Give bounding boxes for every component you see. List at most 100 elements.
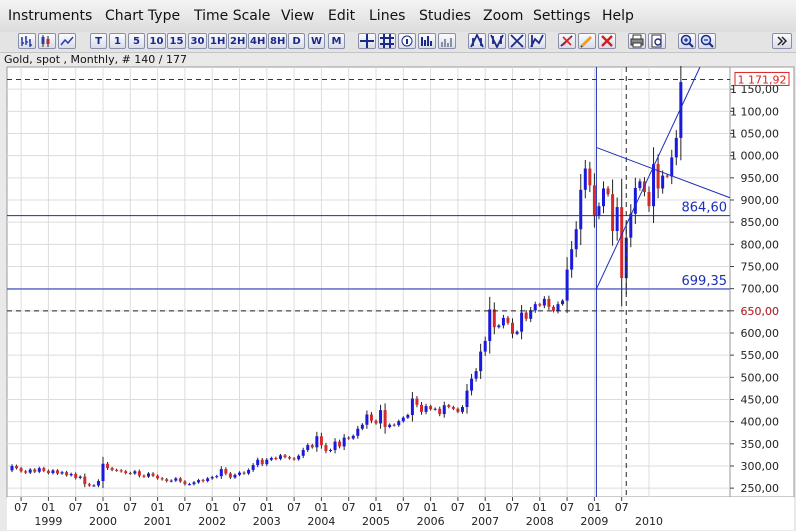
candle-body xyxy=(92,485,96,487)
candle-body xyxy=(160,478,164,480)
timeframe-button-t[interactable]: T xyxy=(90,33,107,49)
trend-up-button[interactable] xyxy=(468,33,486,49)
crosshair-icon xyxy=(360,34,374,48)
candle-body xyxy=(511,322,514,334)
menu-studies[interactable]: Studies xyxy=(419,8,471,24)
line-chart-button[interactable] xyxy=(58,33,76,49)
timeframe-button-30[interactable]: 30 xyxy=(188,33,207,49)
timeframe-button-5[interactable]: 5 xyxy=(128,33,145,49)
zoom-in-button[interactable] xyxy=(678,33,696,49)
menu-help[interactable]: Help xyxy=(602,8,634,24)
candle-body xyxy=(228,473,232,478)
x-tick-label: 07 xyxy=(287,501,301,514)
pencil-button[interactable] xyxy=(578,33,596,49)
expand-button[interactable] xyxy=(772,33,792,49)
zoom-out-button[interactable] xyxy=(698,33,716,49)
crosshair-button[interactable] xyxy=(358,33,376,49)
zoom-fit-icon xyxy=(510,34,524,48)
candle-body xyxy=(674,137,678,158)
candle-body xyxy=(538,304,542,306)
candle-body xyxy=(56,470,59,474)
zoom-fit-button[interactable] xyxy=(508,33,526,49)
print-button[interactable] xyxy=(628,33,646,49)
candle-body xyxy=(356,428,360,436)
y-tick-label: 1 050,00 xyxy=(730,127,779,140)
candle-body xyxy=(96,481,100,486)
candle-body xyxy=(633,188,637,214)
menu-zoom[interactable]: Zoom xyxy=(483,8,523,24)
candle-body xyxy=(529,310,533,319)
trend-down-icon xyxy=(490,34,504,48)
timeframe-button-d[interactable]: D xyxy=(288,33,305,49)
preview-button[interactable] xyxy=(648,33,666,49)
candle-body xyxy=(319,436,323,446)
menu-instruments[interactable]: Instruments xyxy=(8,8,92,24)
candle-body xyxy=(19,468,23,472)
price-chart[interactable]: 864,60 699,35 250,00 300,00 350,00 400,00 450… xyxy=(0,66,796,531)
candle-body xyxy=(561,300,565,305)
delete-line-button[interactable] xyxy=(558,33,576,49)
volume-button[interactable] xyxy=(438,33,456,49)
time-button[interactable] xyxy=(418,33,436,49)
zoom-range-button[interactable] xyxy=(528,33,546,49)
timeframe-button-15[interactable]: 15 xyxy=(167,33,186,49)
info-button[interactable] xyxy=(398,33,416,49)
candle-body xyxy=(547,298,551,307)
candle-body xyxy=(274,457,278,459)
candle-body xyxy=(151,473,155,476)
menu-chart-type[interactable]: Chart Type xyxy=(105,8,180,24)
x-year-label: 2001 xyxy=(144,515,172,528)
x-year-label: 2003 xyxy=(253,515,281,528)
x-tick-label: 01 xyxy=(533,501,547,514)
candle-body xyxy=(365,414,369,425)
candle-body xyxy=(338,441,342,447)
menu-lines[interactable]: Lines xyxy=(369,8,405,24)
timeframe-button-w[interactable]: W xyxy=(308,33,325,49)
candle-body xyxy=(501,317,505,326)
candle-body xyxy=(101,463,105,482)
menu-view[interactable]: View xyxy=(281,8,314,24)
candle-body xyxy=(574,229,578,250)
candle-body xyxy=(238,472,241,475)
menu-settings[interactable]: Settings xyxy=(533,8,590,24)
timeframe-button-m[interactable]: M xyxy=(328,33,345,49)
timeframe-button-1[interactable]: 1 xyxy=(109,33,126,49)
grid-button[interactable] xyxy=(378,33,396,49)
candlestick-icon xyxy=(41,35,50,47)
candlestick-button[interactable] xyxy=(38,33,56,49)
timeframe-button-2h[interactable]: 2H xyxy=(228,33,247,49)
candle-body xyxy=(28,469,32,473)
x-tick-label: 01 xyxy=(96,501,110,514)
candle-body xyxy=(115,469,119,471)
x-year-label: 2009 xyxy=(580,515,608,528)
candle-body xyxy=(551,306,555,311)
candle-body xyxy=(192,482,196,485)
candle-body xyxy=(42,468,46,471)
x-tick-label: 01 xyxy=(369,501,383,514)
menu-time-scale[interactable]: Time Scale xyxy=(194,8,270,24)
candle-body xyxy=(197,480,201,483)
candle-body xyxy=(615,207,619,232)
level-label: 864,60 xyxy=(682,201,728,216)
clear-button[interactable] xyxy=(598,33,616,49)
candle-body xyxy=(260,459,264,465)
candle-body xyxy=(360,424,364,429)
candle-body xyxy=(570,249,574,270)
trend-down-button[interactable] xyxy=(488,33,506,49)
timeframe-button-8h[interactable]: 8H xyxy=(268,33,287,49)
candle-body xyxy=(69,473,73,476)
y-tick-label: 800,00 xyxy=(741,238,780,251)
candle-body xyxy=(215,476,219,478)
menu-edit[interactable]: Edit xyxy=(328,8,355,24)
candle-body xyxy=(483,340,487,352)
timeframe-button-10[interactable]: 10 xyxy=(147,33,166,49)
timeframe-button-4h[interactable]: 4H xyxy=(248,33,267,49)
candle-body xyxy=(588,168,592,186)
timeframe-button-1h[interactable]: 1H xyxy=(208,33,227,49)
clear-icon xyxy=(601,35,613,47)
candle-body xyxy=(665,175,669,177)
candle-body xyxy=(506,317,510,323)
bar-chart-button[interactable] xyxy=(18,33,36,49)
candle-body xyxy=(37,468,41,472)
candle-body xyxy=(156,475,160,479)
